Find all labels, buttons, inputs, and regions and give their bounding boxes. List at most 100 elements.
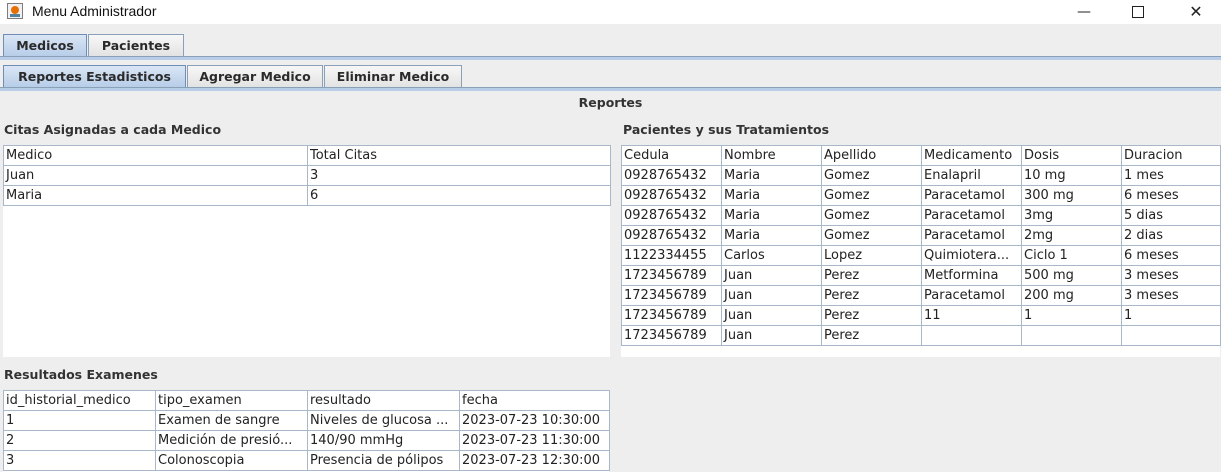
table-cell[interactable]: 2mg — [1021, 225, 1122, 246]
pacientes-table[interactable]: Cedula Nombre Apellido Medicamento Dosis… — [621, 145, 1221, 346]
tab-medicos[interactable]: Medicos — [3, 34, 87, 56]
table-cell[interactable]: Gomez — [821, 185, 922, 206]
table-cell[interactable]: 3 — [307, 165, 611, 186]
table-row[interactable]: 1122334455 Carlos Lopez Quimiotera... Ci… — [621, 245, 1221, 266]
table-row[interactable]: 1723456789 Juan Perez Metformina 500 mg … — [621, 265, 1221, 286]
table-cell[interactable]: 6 meses — [1121, 185, 1221, 206]
table-cell[interactable]: 2 dias — [1121, 225, 1221, 246]
table-cell[interactable]: 300 mg — [1021, 185, 1122, 206]
table-cell[interactable]: 10 mg — [1021, 165, 1122, 186]
table-row[interactable]: 0928765432 Maria Gomez Paracetamol 3mg 5… — [621, 205, 1221, 226]
table-cell[interactable]: 0928765432 — [621, 225, 722, 246]
column-header[interactable]: fecha — [459, 390, 610, 411]
table-row[interactable]: 1723456789 Juan Perez Paracetamol 200 mg… — [621, 285, 1221, 306]
table-cell[interactable]: 6 — [307, 185, 611, 206]
table-cell[interactable]: 11 — [921, 305, 1022, 326]
table-cell[interactable]: Maria — [721, 225, 822, 246]
table-cell[interactable]: Perez — [821, 285, 922, 306]
column-header[interactable]: tipo_examen — [155, 390, 308, 411]
table-row[interactable]: 3 Colonoscopia Presencia de pólipos 2023… — [3, 450, 610, 471]
table-cell[interactable]: 1122334455 — [621, 245, 722, 266]
table-cell[interactable]: 3 meses — [1121, 265, 1221, 286]
table-cell[interactable]: Metformina — [921, 265, 1022, 286]
table-cell[interactable]: 3 — [3, 450, 156, 471]
table-cell[interactable] — [1021, 325, 1122, 346]
table-cell[interactable]: Maria — [3, 185, 308, 206]
table-row[interactable]: Juan 3 — [3, 165, 611, 186]
table-cell[interactable]: 0928765432 — [621, 185, 722, 206]
table-cell[interactable]: Paracetamol — [921, 285, 1022, 306]
close-button[interactable]: ✕ — [1173, 0, 1219, 24]
table-cell[interactable]: Lopez — [821, 245, 922, 266]
tab-reportes-estadisticos[interactable]: Reportes Estadisticos — [3, 65, 186, 87]
table-cell[interactable]: 0928765432 — [621, 165, 722, 186]
table-cell[interactable]: 1723456789 — [621, 325, 722, 346]
table-cell[interactable]: Gomez — [821, 225, 922, 246]
table-cell[interactable]: Paracetamol — [921, 225, 1022, 246]
table-row[interactable]: 2 Medición de presió... 140/90 mmHg 2023… — [3, 430, 610, 451]
table-row[interactable]: 1723456789 Juan Perez 11 1 1 — [621, 305, 1221, 326]
table-cell[interactable]: 200 mg — [1021, 285, 1122, 306]
column-header[interactable]: Total Citas — [307, 145, 611, 166]
column-header[interactable]: Dosis — [1021, 145, 1122, 166]
minimize-button[interactable]: — — [1061, 0, 1107, 24]
examenes-table[interactable]: id_historial_medico tipo_examen resultad… — [3, 390, 610, 471]
table-cell[interactable]: Juan — [721, 305, 822, 326]
table-cell[interactable]: Colonoscopia — [155, 450, 308, 471]
column-header[interactable]: Cedula — [621, 145, 722, 166]
table-cell[interactable]: Gomez — [821, 205, 922, 226]
table-cell[interactable]: Gomez — [821, 165, 922, 186]
table-cell[interactable]: Carlos — [721, 245, 822, 266]
table-cell[interactable]: Maria — [721, 185, 822, 206]
table-cell[interactable]: 6 meses — [1121, 245, 1221, 266]
column-header[interactable]: resultado — [307, 390, 460, 411]
table-cell[interactable]: 2023-07-23 11:30:00 — [459, 430, 610, 451]
table-cell[interactable]: Perez — [821, 325, 922, 346]
tab-eliminar-medico[interactable]: Eliminar Medico — [324, 65, 462, 87]
table-cell[interactable]: Juan — [721, 325, 822, 346]
table-cell[interactable]: Juan — [3, 165, 308, 186]
table-row[interactable]: Maria 6 — [3, 185, 611, 206]
table-cell[interactable]: 1 — [1121, 305, 1221, 326]
table-cell[interactable]: Ciclo 1 — [1021, 245, 1122, 266]
table-cell[interactable]: 2023-07-23 10:30:00 — [459, 410, 610, 431]
table-cell[interactable]: Examen de sangre — [155, 410, 308, 431]
column-header[interactable]: Nombre — [721, 145, 822, 166]
table-cell[interactable]: 3mg — [1021, 205, 1122, 226]
table-row[interactable]: 0928765432 Maria Gomez Paracetamol 2mg 2… — [621, 225, 1221, 246]
table-cell[interactable] — [1121, 325, 1221, 346]
table-cell[interactable]: 1723456789 — [621, 285, 722, 306]
column-header[interactable]: id_historial_medico — [3, 390, 156, 411]
table-cell[interactable]: 1 — [3, 410, 156, 431]
table-cell[interactable]: 2023-07-23 12:30:00 — [459, 450, 610, 471]
table-cell[interactable]: Paracetamol — [921, 185, 1022, 206]
table-cell[interactable]: Maria — [721, 205, 822, 226]
column-header[interactable]: Medico — [3, 145, 308, 166]
table-cell[interactable]: Maria — [721, 165, 822, 186]
table-row[interactable]: 1723456789 Juan Perez — [621, 325, 1221, 346]
table-cell[interactable]: 1 — [1021, 305, 1122, 326]
tab-pacientes[interactable]: Pacientes — [88, 34, 184, 56]
table-cell[interactable]: Quimiotera... — [921, 245, 1022, 266]
column-header[interactable]: Medicamento — [921, 145, 1022, 166]
table-cell[interactable]: Presencia de pólipos — [307, 450, 460, 471]
table-row[interactable]: 0928765432 Maria Gomez Paracetamol 300 m… — [621, 185, 1221, 206]
table-cell[interactable]: 5 dias — [1121, 205, 1221, 226]
table-cell[interactable]: Niveles de glucosa ... — [307, 410, 460, 431]
table-cell[interactable]: 1723456789 — [621, 265, 722, 286]
column-header[interactable]: Duracion — [1121, 145, 1221, 166]
table-cell[interactable] — [921, 325, 1022, 346]
table-cell[interactable]: Juan — [721, 285, 822, 306]
maximize-button[interactable] — [1115, 0, 1161, 24]
tab-agregar-medico[interactable]: Agregar Medico — [187, 65, 323, 87]
table-cell[interactable]: Medición de presió... — [155, 430, 308, 451]
table-cell[interactable]: 0928765432 — [621, 205, 722, 226]
table-cell[interactable]: Perez — [821, 305, 922, 326]
table-cell[interactable]: 500 mg — [1021, 265, 1122, 286]
table-cell[interactable]: 140/90 mmHg — [307, 430, 460, 451]
table-row[interactable]: 1 Examen de sangre Niveles de glucosa ..… — [3, 410, 610, 431]
table-cell[interactable]: 1 mes — [1121, 165, 1221, 186]
column-header[interactable]: Apellido — [821, 145, 922, 166]
table-cell[interactable]: Perez — [821, 265, 922, 286]
table-cell[interactable]: 3 meses — [1121, 285, 1221, 306]
